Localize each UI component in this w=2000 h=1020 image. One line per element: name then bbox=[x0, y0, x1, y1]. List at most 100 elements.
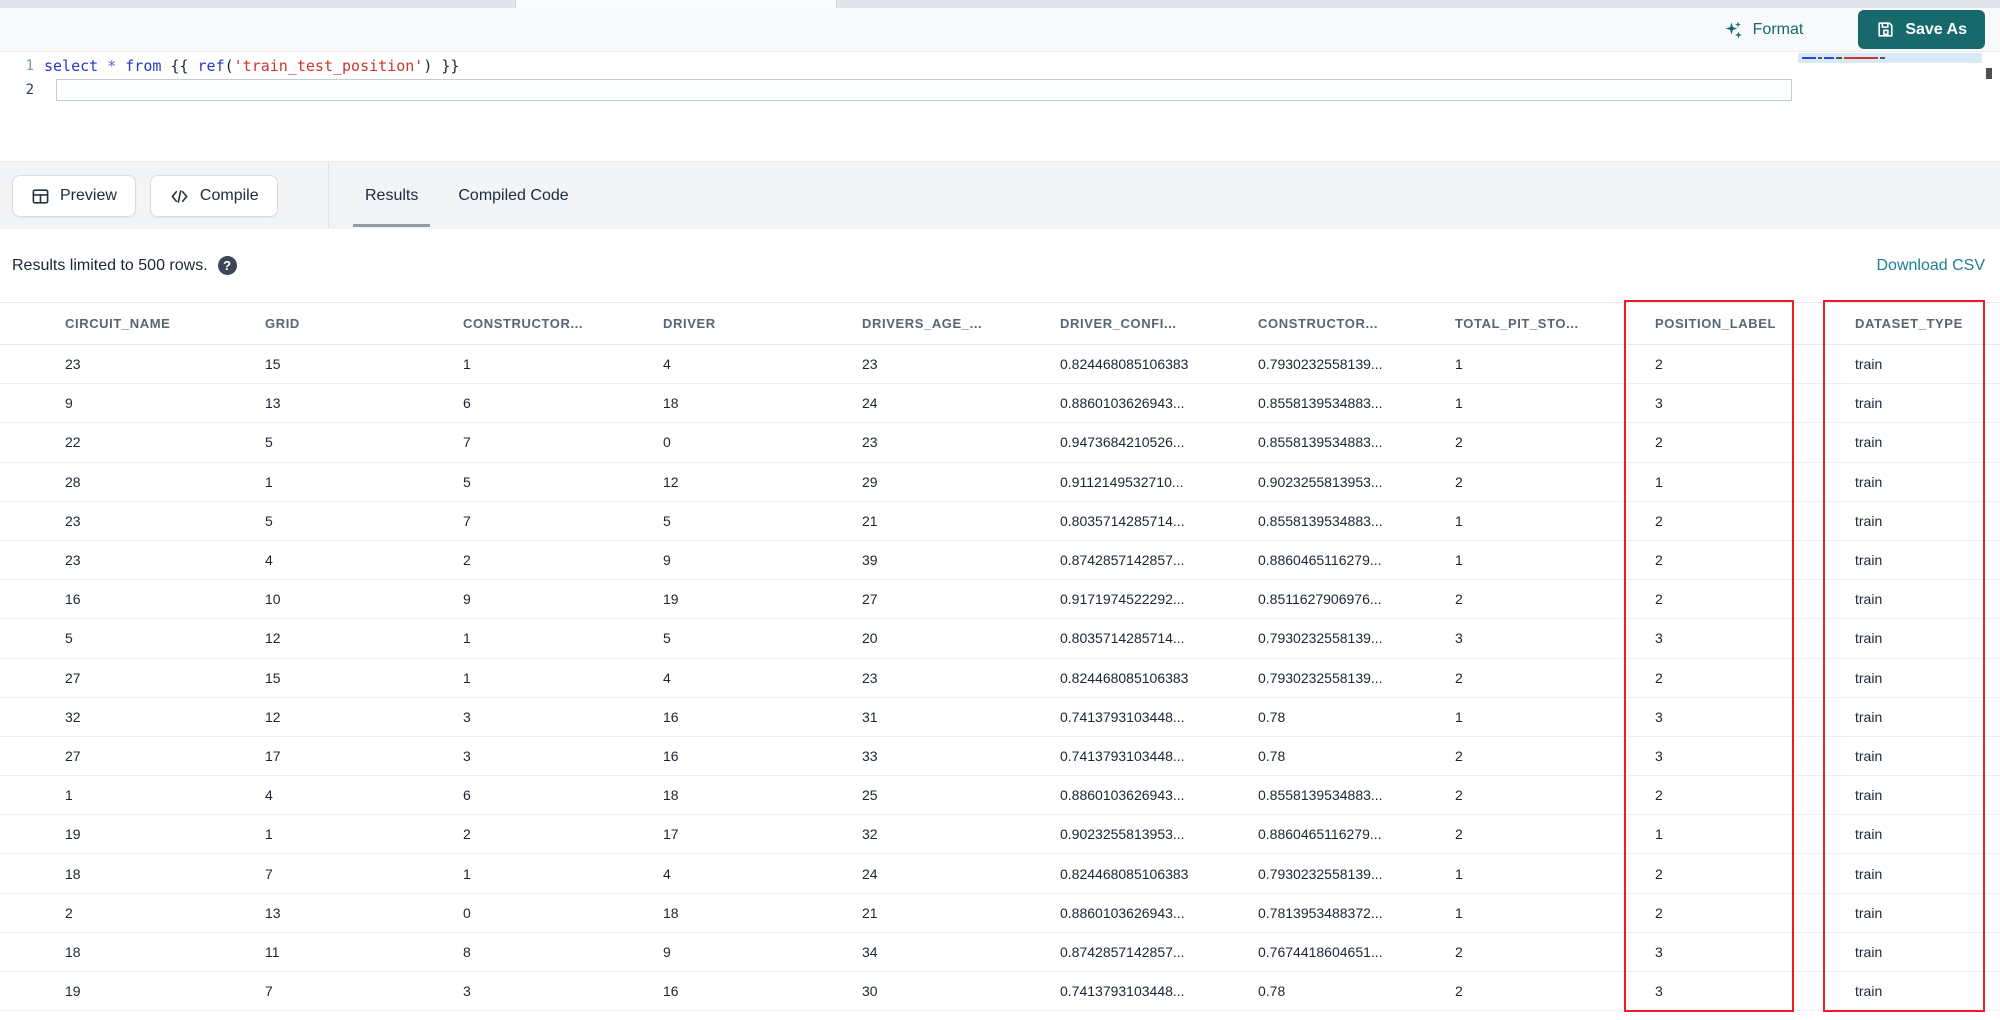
table-cell: 3 bbox=[463, 708, 471, 725]
active-file-tab[interactable] bbox=[515, 0, 837, 8]
table-row: 22 5 7 0 23 0.9473684210526... 0.8558139534883… bbox=[0, 423, 2000, 463]
table-cell: 23 bbox=[65, 512, 81, 529]
column-header-grid: GRID bbox=[265, 316, 300, 331]
sql-code: select * from {{ ref('train_test_positio… bbox=[44, 57, 460, 75]
table-cell: 0.7674418604651... bbox=[1258, 943, 1383, 960]
table-cell: 21 bbox=[862, 904, 878, 921]
table-cell: 5 bbox=[663, 630, 671, 647]
table-row: 19 7 3 16 30 0.7413793103448... 0.78 2 3 train bbox=[0, 972, 2000, 1012]
table-cell: 32 bbox=[65, 708, 81, 725]
table-cell: 18 bbox=[663, 395, 679, 412]
save-as-button[interactable]: Save As bbox=[1858, 10, 1985, 49]
table-cell: 3 bbox=[1655, 708, 1663, 725]
table-row: 18 7 1 4 24 0.824468085106383 0.7930232558139.… bbox=[0, 854, 2000, 894]
table-cell: 0.9171974522292... bbox=[1060, 591, 1185, 608]
table-cell: 0.8558139534883... bbox=[1258, 787, 1383, 804]
table-cell: train bbox=[1855, 865, 1883, 882]
tab-results[interactable]: Results bbox=[345, 162, 438, 229]
table-cell: 9 bbox=[463, 591, 471, 608]
table-cell: 0 bbox=[663, 434, 671, 451]
table-cell: 0.8035714285714... bbox=[1060, 630, 1185, 647]
table-cell: 23 bbox=[65, 356, 81, 373]
table-cell: 1 bbox=[1655, 826, 1663, 843]
table-cell: 2 bbox=[1455, 473, 1463, 490]
line-number: 1 bbox=[25, 58, 34, 74]
table-cell: 3 bbox=[463, 983, 471, 1000]
table-cell: 2 bbox=[463, 826, 471, 843]
table-cell: 0.8035714285714... bbox=[1060, 512, 1185, 529]
table-cell: 0.7930232558139... bbox=[1258, 669, 1383, 686]
compile-button[interactable]: Compile bbox=[149, 175, 278, 217]
table-cell: 4 bbox=[265, 552, 273, 569]
table-cell: 9 bbox=[663, 552, 671, 569]
results-limit-text: Results limited to 500 rows. bbox=[12, 256, 208, 274]
table-cell: 13 bbox=[265, 395, 281, 412]
table-cell: 16 bbox=[663, 747, 679, 764]
table-cell: 0.7813953488372... bbox=[1258, 904, 1383, 921]
preview-label: Preview bbox=[60, 187, 117, 204]
table-cell: 5 bbox=[265, 512, 273, 529]
table-cell: 16 bbox=[65, 591, 81, 608]
results-table-body: 23 15 1 4 23 0.824468085106383 0.7930232558139… bbox=[0, 345, 2000, 1012]
table-cell: 3 bbox=[1655, 747, 1663, 764]
table-row: 18 11 8 9 34 0.8742857142857... 0.767441860465… bbox=[0, 933, 2000, 972]
table-cell: 9 bbox=[663, 943, 671, 960]
editor-scrollbar[interactable] bbox=[1986, 68, 1992, 79]
table-cell: 9 bbox=[65, 395, 73, 412]
results-toolbar: Preview Compile Results Compiled Code bbox=[0, 161, 2000, 229]
table-cell: 17 bbox=[663, 826, 679, 843]
format-button[interactable]: Format bbox=[1724, 20, 1804, 40]
table-cell: train bbox=[1855, 904, 1883, 921]
table-cell: 15 bbox=[265, 356, 281, 373]
table-cell: 2 bbox=[1455, 826, 1463, 843]
column-header-total-pit-sto: TOTAL_PIT_STO... bbox=[1455, 316, 1579, 331]
table-cell: 31 bbox=[862, 708, 878, 725]
table-row: 1 4 6 18 25 0.8860103626943... 0.8558139534883… bbox=[0, 776, 2000, 816]
table-cell: train bbox=[1855, 747, 1883, 764]
table-cell: train bbox=[1855, 708, 1883, 725]
tab-compiled-code[interactable]: Compiled Code bbox=[438, 162, 588, 229]
compile-label: Compile bbox=[199, 187, 259, 204]
table-cell: 4 bbox=[663, 669, 671, 686]
table-row: 2 13 0 18 21 0.8860103626943... 0.781395348837… bbox=[0, 894, 2000, 933]
table-cell: 8 bbox=[463, 943, 471, 960]
table-cell: 2 bbox=[1455, 747, 1463, 764]
help-icon[interactable]: ? bbox=[217, 256, 237, 275]
table-cell: 20 bbox=[862, 630, 878, 647]
table-cell: 16 bbox=[663, 983, 679, 1000]
table-cell: 27 bbox=[65, 747, 81, 764]
table-cell: 0.78 bbox=[1258, 747, 1286, 764]
table-cell: 0.7930232558139... bbox=[1258, 356, 1383, 373]
table-cell: train bbox=[1855, 669, 1883, 686]
table-cell: 21 bbox=[862, 512, 878, 529]
table-cell: 29 bbox=[862, 473, 878, 490]
format-label: Format bbox=[1752, 20, 1804, 38]
preview-button[interactable]: Preview bbox=[12, 175, 136, 217]
table-cell: 0.8742857142857... bbox=[1060, 552, 1185, 569]
table-cell: 2 bbox=[1455, 983, 1463, 1000]
table-cell: 0.9023255813953... bbox=[1060, 826, 1185, 843]
code-editor[interactable]: 1 select * from {{ ref('train_test_posit… bbox=[0, 52, 2000, 161]
table-cell: 1 bbox=[1455, 512, 1463, 529]
editor-minimap[interactable] bbox=[1798, 53, 1982, 111]
table-cell: 24 bbox=[862, 865, 878, 882]
table-cell: 3 bbox=[463, 747, 471, 764]
editor-header: Format Save As bbox=[0, 8, 2000, 52]
table-cell: 39 bbox=[862, 552, 878, 569]
table-row: 27 15 1 4 23 0.824468085106383 0.7930232558139… bbox=[0, 659, 2000, 698]
table-cell: 4 bbox=[663, 865, 671, 882]
table-cell: 0.8860465116279... bbox=[1258, 552, 1382, 569]
table-cell: 0.8860103626943... bbox=[1060, 787, 1185, 804]
table-cell: 7 bbox=[463, 434, 471, 451]
table-cell: 2 bbox=[1655, 552, 1663, 569]
table-cell: 1 bbox=[265, 826, 273, 843]
file-tab-strip bbox=[0, 0, 2000, 8]
column-header-constructor: CONSTRUCTOR... bbox=[1258, 316, 1379, 331]
table-cell: 0.8558139534883... bbox=[1258, 512, 1383, 529]
table-cell: 23 bbox=[65, 552, 81, 569]
table-cell: 0.824468085106383 bbox=[1060, 865, 1189, 882]
download-csv-link[interactable]: Download CSV bbox=[1877, 257, 1986, 275]
table-cell: 5 bbox=[65, 630, 73, 647]
table-row: 9 13 6 18 24 0.8860103626943... 0.855813953488… bbox=[0, 384, 2000, 424]
table-cell: 1 bbox=[463, 630, 471, 647]
